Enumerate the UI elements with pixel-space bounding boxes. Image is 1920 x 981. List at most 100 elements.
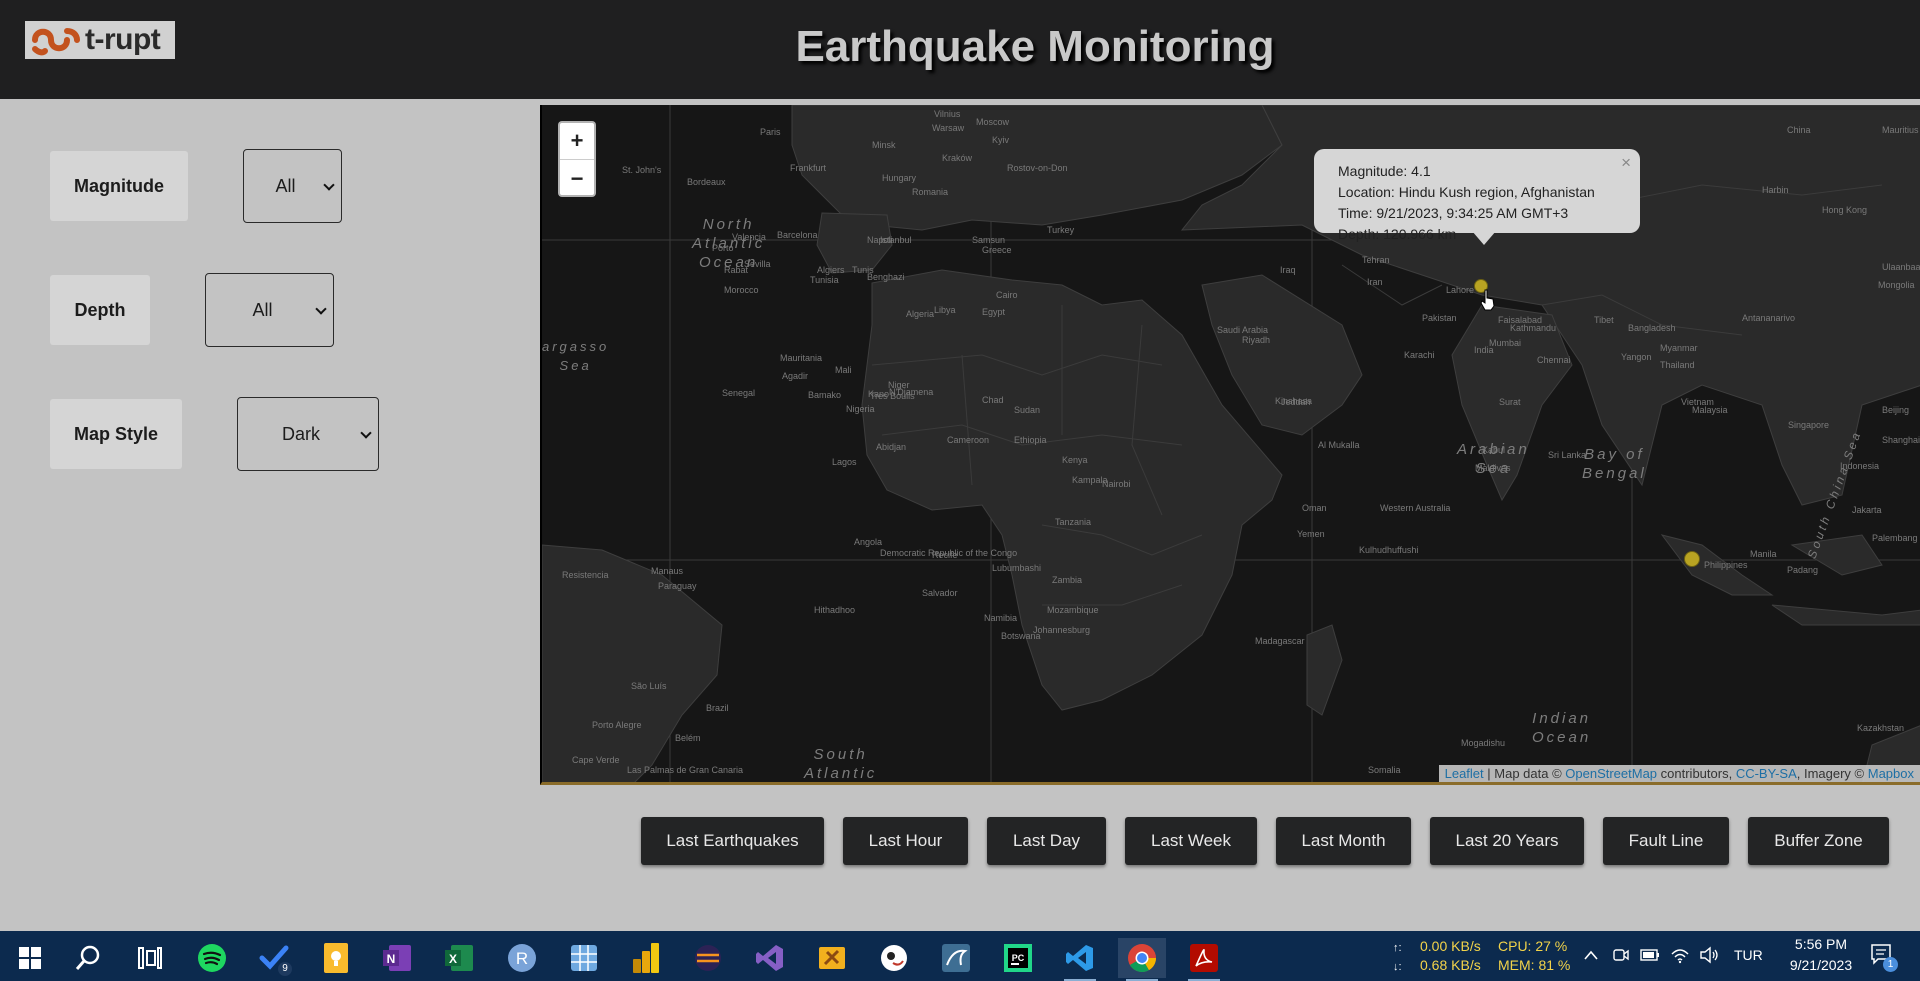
attribution-text: | Map data ©	[1483, 766, 1566, 781]
page-title: Earthquake Monitoring	[795, 22, 1275, 71]
place-label: Greece	[982, 245, 1012, 255]
start-button[interactable]	[6, 938, 54, 978]
last-20-years-button[interactable]: Last 20 Years	[1430, 817, 1584, 865]
chrome-app[interactable]	[1118, 938, 1166, 981]
vscode-app[interactable]	[1056, 938, 1104, 981]
attribution-text: , Imagery ©	[1796, 766, 1868, 781]
wifi-icon[interactable]	[1670, 946, 1690, 964]
popup-tip	[1472, 231, 1496, 245]
last-earthquakes-button[interactable]: Last Earthquakes	[641, 817, 824, 865]
depth-label: Depth	[50, 275, 150, 345]
snip-app[interactable]	[560, 938, 608, 978]
fault-line-button[interactable]: Fault Line	[1603, 817, 1729, 865]
earthquake-map[interactable]: North Atlantic Ocean Arabian Sea Bay of Beng…	[540, 105, 1920, 785]
excel-app[interactable]: X	[436, 938, 484, 978]
place-label: Lahore	[1446, 285, 1475, 295]
spotify-app[interactable]	[188, 938, 236, 978]
meet-now-icon[interactable]	[1612, 946, 1630, 964]
place-label: Harbin	[1762, 185, 1789, 195]
place-label: Bangladesh	[1628, 323, 1676, 333]
place-label: Belém	[675, 733, 701, 743]
r-icon: R	[508, 944, 536, 972]
place-label: Algiers	[817, 265, 845, 275]
last-month-button[interactable]: Last Month	[1276, 817, 1411, 865]
place-label: Recife	[932, 550, 958, 560]
language-indicator[interactable]: TUR	[1734, 947, 1763, 963]
vscode-icon	[1066, 945, 1093, 971]
place-label: Mogadishu	[1461, 738, 1506, 748]
r-app[interactable]: R	[498, 938, 546, 978]
buffer-zone-button[interactable]: Buffer Zone	[1748, 817, 1889, 865]
map-basemap	[542, 105, 1920, 782]
place-label: Yangon	[1621, 352, 1652, 362]
place-label: Vilnius	[934, 109, 961, 119]
place-label: Palembang	[1872, 533, 1918, 543]
place-label: Iraq	[1280, 265, 1296, 275]
volume-icon[interactable]	[1699, 946, 1719, 964]
place-label: Tehran	[1362, 255, 1390, 265]
place-label: Porto	[712, 243, 734, 253]
ocean-label: Indian Ocean	[1532, 710, 1592, 746]
popup-close-button[interactable]: ×	[1621, 152, 1631, 173]
microsoft-todo-app[interactable]: 9	[250, 938, 298, 978]
place-label: Mumbai	[1489, 338, 1522, 348]
place-label: Philippines	[1704, 560, 1748, 570]
visual-studio-app[interactable]	[746, 938, 794, 978]
place-label: Somalia	[1368, 765, 1401, 775]
place-label: Senegal	[722, 388, 756, 398]
place-label: Lagos	[832, 457, 857, 467]
place-label: Riyadh	[1242, 335, 1271, 345]
battery-icon[interactable]	[1640, 948, 1660, 962]
map-style-select[interactable]: Dark	[237, 397, 379, 471]
bug-app[interactable]	[870, 938, 918, 978]
place-label: Bamako	[808, 390, 842, 400]
onenote-app[interactable]: N	[374, 938, 422, 978]
cc-by-sa-link[interactable]: CC-BY-SA	[1736, 766, 1797, 781]
map-style-label: Map Style	[50, 399, 182, 469]
chevron-up-icon[interactable]	[1584, 950, 1598, 960]
eclipse-app[interactable]	[684, 938, 732, 978]
magnitude-select[interactable]: All	[243, 149, 342, 223]
google-keep-app[interactable]	[312, 938, 360, 978]
mysql-workbench-app[interactable]	[932, 938, 980, 978]
place-label: Kazakhstan	[1857, 723, 1905, 733]
power-bi-app[interactable]	[622, 938, 670, 978]
magnitude-label: Magnitude	[50, 151, 188, 221]
task-view-button[interactable]	[126, 938, 174, 978]
place-label: Algeria	[906, 309, 935, 319]
place-label: Saudi Arabia	[1217, 325, 1269, 335]
clock-date[interactable]: 9/21/2023	[1776, 957, 1866, 973]
ocean-label: argasso Sea	[542, 339, 610, 373]
last-hour-button[interactable]: Last Hour	[843, 817, 968, 865]
place-label: Paris	[760, 127, 781, 137]
place-label: Sudan	[1014, 405, 1041, 415]
mapbox-link[interactable]: Mapbox	[1868, 766, 1914, 781]
place-label: Manila	[1750, 549, 1777, 559]
clock-time[interactable]: 5:56 PM	[1776, 936, 1866, 952]
depth-select[interactable]: All	[205, 273, 334, 347]
place-label: Brazil	[706, 703, 729, 713]
zoom-out-button[interactable]: −	[560, 160, 594, 197]
leaflet-link[interactable]: Leaflet	[1445, 766, 1484, 781]
acrobat-app[interactable]	[1180, 938, 1228, 981]
search-button[interactable]	[64, 938, 112, 978]
last-week-button[interactable]: Last Week	[1125, 817, 1257, 865]
place-label: Tibet	[1594, 315, 1614, 325]
search-icon	[75, 945, 100, 970]
place-label: Mali	[835, 365, 852, 375]
openstreetmap-link[interactable]: OpenStreetMap	[1565, 766, 1657, 781]
place-label: Karachi	[1404, 350, 1435, 360]
place-label: Frankfurt	[790, 163, 827, 173]
place-label: Namibia	[984, 613, 1018, 623]
pycharm-app[interactable]: PC	[994, 938, 1042, 978]
dolphin-icon	[942, 944, 970, 972]
memory-usage: MEM: 81 %	[1498, 957, 1571, 973]
tools-app[interactable]	[808, 938, 856, 978]
zoom-in-button[interactable]: +	[560, 123, 594, 160]
earthquake-marker[interactable]	[1684, 551, 1700, 567]
magnitude-select-value: All	[275, 175, 296, 196]
map-style-select-value: Dark	[281, 423, 320, 444]
app-header: t-rupt Earthquake Monitoring	[0, 0, 1920, 99]
place-label: Egypt	[982, 307, 1006, 317]
last-day-button[interactable]: Last Day	[987, 817, 1106, 865]
